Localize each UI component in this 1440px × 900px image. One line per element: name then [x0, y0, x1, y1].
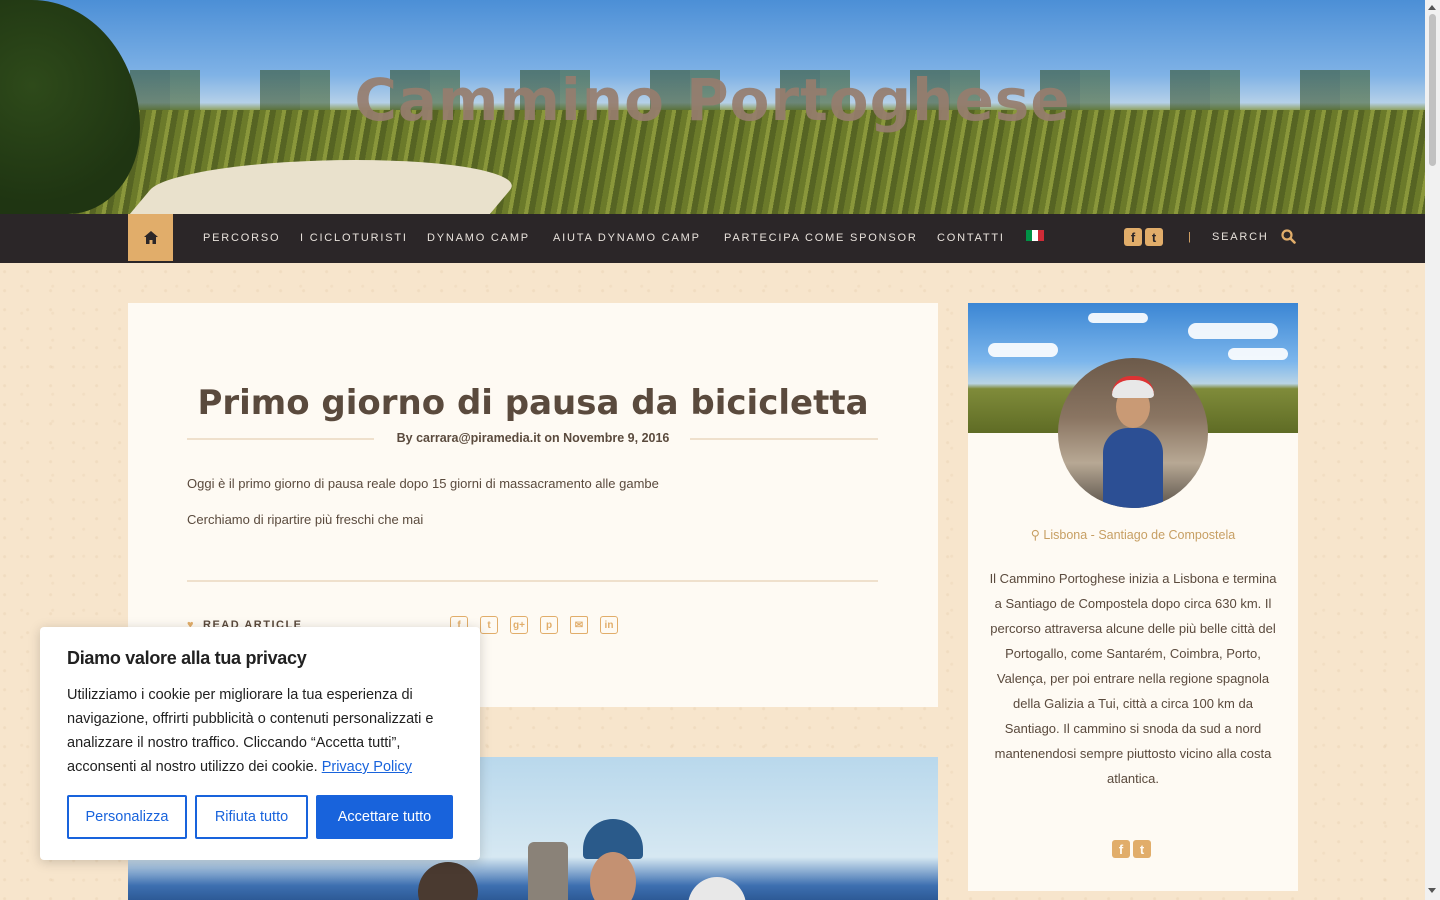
post-title[interactable]: Primo giorno di pausa da bicicletta: [128, 383, 938, 423]
search-label[interactable]: SEARCH: [1212, 231, 1269, 243]
email-icon[interactable]: ✉: [570, 616, 588, 634]
twitter-icon[interactable]: t: [480, 616, 498, 634]
header-social-links: f t: [1124, 228, 1163, 246]
cyclist-head: [418, 862, 478, 900]
search-icon[interactable]: [1281, 229, 1296, 244]
twitter-icon[interactable]: t: [1133, 840, 1151, 858]
nav-item-sponsor[interactable]: PARTECIPA COME SPONSOR: [724, 232, 918, 244]
nav-item-contatti[interactable]: CONTATTI: [937, 232, 1005, 244]
site-title[interactable]: Cammino Portoghese: [0, 66, 1425, 134]
nav-item-percorso[interactable]: PERCORSO: [203, 232, 280, 244]
post-byline: By carrara@piramedia.it on Novembre 9, 2…: [128, 431, 938, 445]
italian-flag-icon[interactable]: [1026, 230, 1044, 241]
scroll-thumb[interactable]: [1429, 14, 1436, 166]
privacy-policy-link[interactable]: Privacy Policy: [322, 759, 412, 775]
nav-item-cicloturisti[interactable]: I CICLOTURISTI: [300, 232, 408, 244]
facebook-icon[interactable]: f: [1112, 840, 1130, 858]
cookie-consent-banner: Diamo valore alla tua privacy Utilizziam…: [40, 627, 480, 860]
cyclist-face: [590, 852, 636, 900]
accept-all-button[interactable]: Accettare tutto: [316, 795, 453, 839]
nav-item-dynamo-camp[interactable]: DYNAMO CAMP: [427, 232, 530, 244]
scroll-up-arrow[interactable]: [1428, 5, 1436, 10]
post-divider: [187, 580, 878, 582]
byline-on: on: [544, 431, 560, 445]
post-paragraph: Cerchiamo di ripartire più freschi che m…: [187, 512, 424, 527]
post-paragraph: Oggi è il primo giorno di pausa reale do…: [187, 476, 659, 491]
page-scrollbar[interactable]: [1425, 0, 1440, 900]
cookie-title: Diamo valore alla tua privacy: [67, 648, 307, 668]
post-date: Novembre 9, 2016: [563, 431, 670, 445]
widget-social-links: f t: [1112, 840, 1151, 858]
customize-button[interactable]: Personalizza: [67, 795, 187, 839]
map-pin-icon: ⚲: [1030, 528, 1040, 542]
stone-marker: [528, 842, 568, 900]
facebook-icon[interactable]: f: [1124, 228, 1142, 246]
home-button[interactable]: [128, 214, 173, 261]
cookie-text: Utilizziamo i cookie per migliorare la t…: [67, 687, 434, 775]
nav-separator: |: [1188, 231, 1191, 243]
google-plus-icon[interactable]: g+: [510, 616, 528, 634]
avatar: [1058, 358, 1208, 508]
scroll-down-arrow[interactable]: [1428, 888, 1436, 893]
pinterest-icon[interactable]: p: [540, 616, 558, 634]
author-bio: Il Cammino Portoghese inizia a Lisbona e…: [989, 571, 1277, 786]
author-widget: ⚲ Lisbona - Santiago de Compostela Il Ca…: [968, 303, 1298, 891]
reject-all-button[interactable]: Rifiuta tutto: [195, 795, 308, 839]
cyclist-helmet: [688, 877, 746, 900]
nav-item-aiuta-dynamo-camp[interactable]: AIUTA DYNAMO CAMP: [553, 232, 701, 244]
twitter-icon[interactable]: t: [1145, 228, 1163, 246]
byline-prefix: By: [396, 431, 413, 445]
post-author[interactable]: carrara@piramedia.it: [416, 431, 541, 445]
linkedin-icon[interactable]: in: [600, 616, 618, 634]
home-icon: [143, 231, 158, 244]
location-label: ⚲ Lisbona - Santiago de Compostela: [1030, 528, 1236, 542]
